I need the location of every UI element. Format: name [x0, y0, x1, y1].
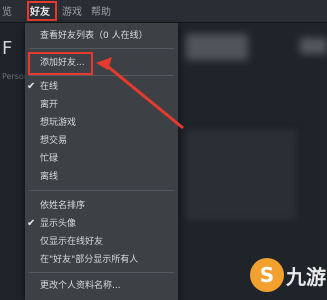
- annotation-arrow: [96, 57, 184, 130]
- watermark-icon: S: [250, 258, 284, 292]
- watermark-logo: S 九游: [250, 258, 327, 300]
- arrow-shaft: [105, 63, 184, 130]
- watermark-text: 九游: [286, 265, 326, 289]
